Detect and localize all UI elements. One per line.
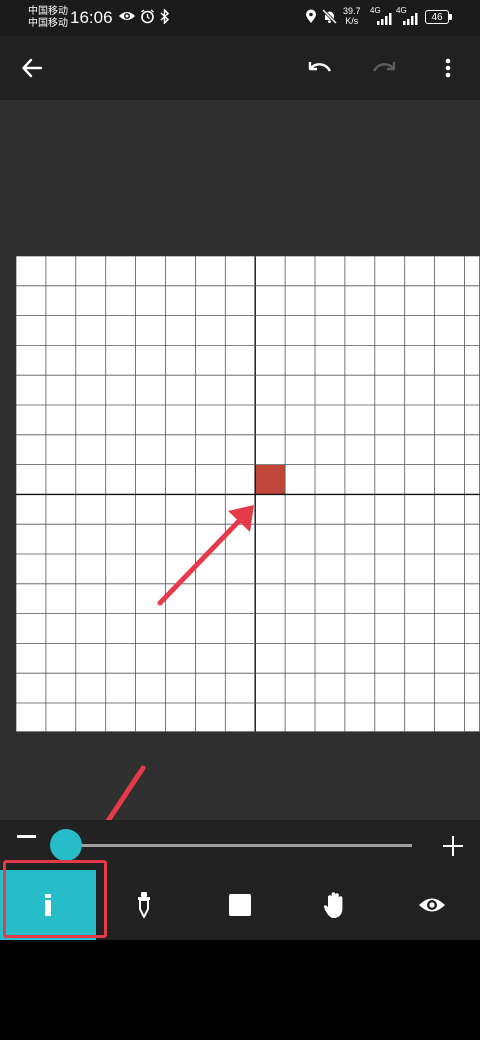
- annotation-highlight-box: [3, 860, 107, 938]
- back-arrow-icon: [22, 58, 43, 78]
- undo-icon: [308, 62, 332, 72]
- brush-size-increase-button[interactable]: [443, 836, 463, 856]
- pixel-grid-canvas[interactable]: [16, 256, 480, 732]
- carrier-label-1: 中国移动: [28, 6, 68, 17]
- bluetooth-icon: [160, 8, 170, 27]
- undo-button[interactable]: [300, 48, 340, 88]
- status-time: 16:06: [70, 8, 113, 27]
- carrier-label-2: 中国移动: [28, 18, 68, 29]
- hand-icon: [323, 892, 343, 918]
- top-toolbar: [0, 36, 480, 100]
- net-speed-unit: K/s: [345, 16, 359, 26]
- eyedropper-icon: [138, 892, 150, 918]
- back-button[interactable]: [12, 48, 52, 88]
- signal-2-icon: [402, 12, 418, 30]
- net-speed-value: 39.7: [343, 6, 361, 16]
- signal-1-icon: [376, 12, 392, 30]
- square-icon: [229, 894, 251, 916]
- eye-icon: [118, 9, 136, 26]
- filled-pixel: [255, 464, 286, 495]
- more-options-button[interactable]: [428, 48, 468, 88]
- navigation-area: [0, 940, 480, 1040]
- status-bar: 中国移动 中国移动 16:06 39.7 K/s 4G 4G 46: [0, 0, 480, 36]
- more-vert-icon: [445, 58, 451, 78]
- brush-size-track[interactable]: [66, 844, 412, 847]
- tool-eyedropper[interactable]: [96, 870, 192, 940]
- brush-size-decrease-button[interactable]: [17, 835, 36, 838]
- battery-indicator: 46: [425, 10, 449, 24]
- redo-icon: [372, 62, 396, 72]
- brush-size-thumb[interactable]: [50, 829, 82, 861]
- net-speed: 39.7 K/s: [343, 6, 361, 26]
- eye-icon: [419, 898, 445, 912]
- mute-icon: [321, 8, 338, 27]
- redo-button[interactable]: [364, 48, 404, 88]
- tool-pan[interactable]: [288, 870, 384, 940]
- tool-eraser[interactable]: [192, 870, 288, 940]
- alarm-icon: [140, 9, 155, 27]
- location-icon: [305, 9, 317, 27]
- tool-preview[interactable]: [384, 870, 480, 940]
- battery-cap: [449, 14, 452, 20]
